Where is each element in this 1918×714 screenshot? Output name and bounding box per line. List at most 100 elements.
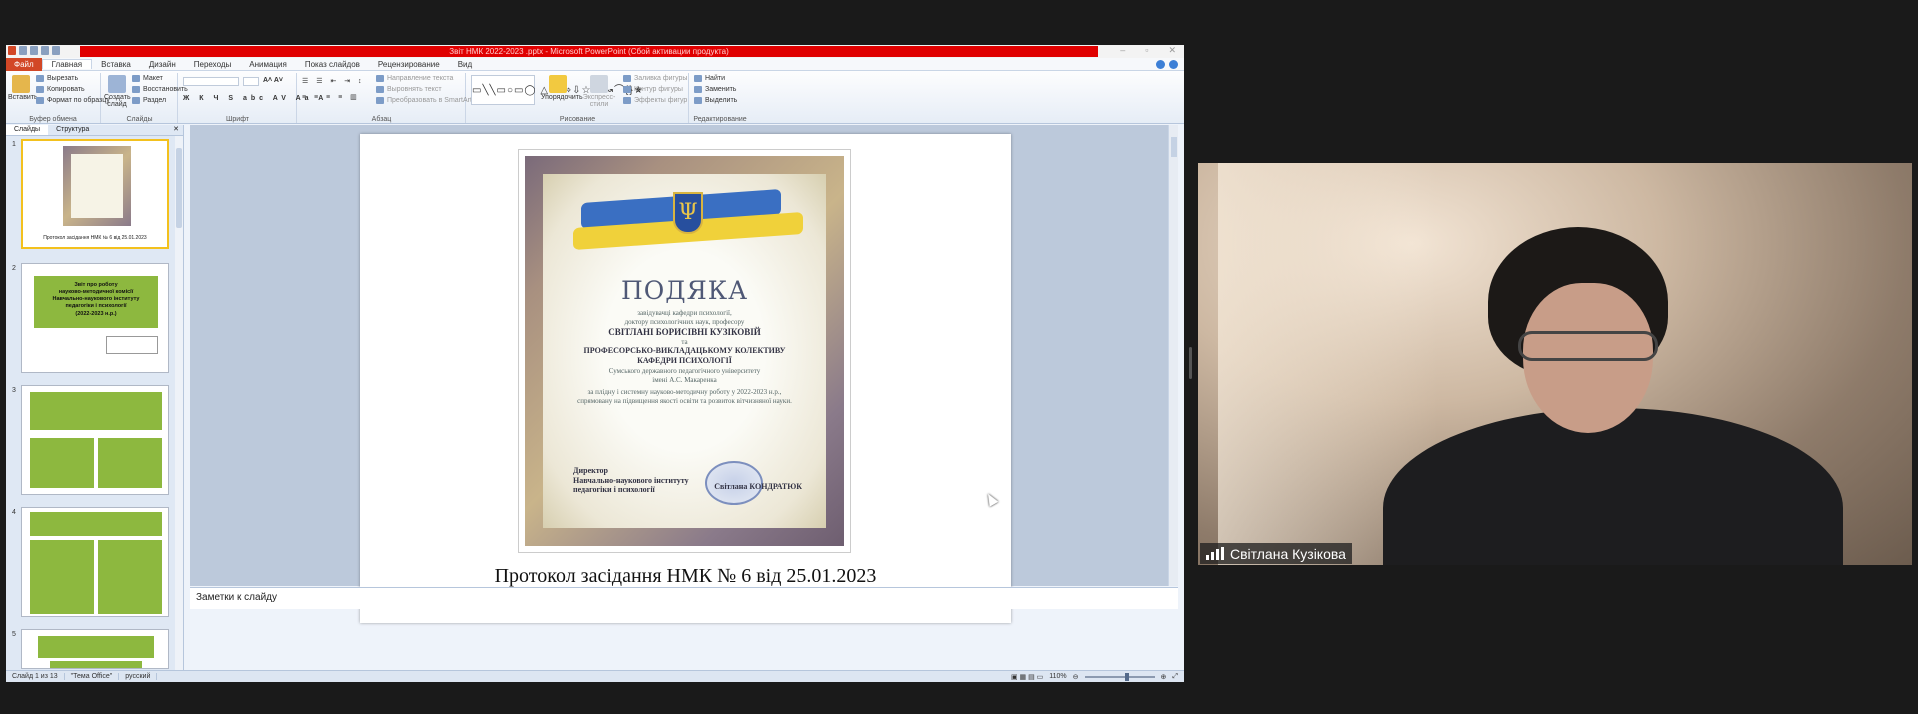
slide-scroll-thumb[interactable] [1171, 137, 1177, 157]
split-view-handle[interactable] [1189, 347, 1192, 379]
tab-animations[interactable]: Анимация [240, 60, 296, 69]
undo-icon[interactable] [30, 46, 38, 55]
font-size-box[interactable] [243, 77, 259, 86]
format-painter-button[interactable]: Формат по образцу [36, 97, 110, 104]
tab-slideshow[interactable]: Показ слайдов [296, 60, 369, 69]
paste-button[interactable]: Вставить [8, 75, 38, 105]
close-pane-icon[interactable]: ✕ [169, 125, 183, 135]
quick-styles-button[interactable]: Экспресс-стили [579, 75, 619, 108]
zoom-level[interactable]: 110% [1049, 673, 1066, 680]
find-button[interactable]: Найти [694, 75, 725, 82]
pane-tabs: Слайды Структура ✕ [6, 125, 183, 136]
help-icon[interactable] [1169, 59, 1178, 69]
slide-thumb-4[interactable] [21, 507, 169, 617]
help-area [1156, 59, 1178, 69]
arrange-icon [549, 75, 567, 93]
minimize-icon[interactable]: – [1120, 45, 1125, 56]
tab-slides-pane[interactable]: Слайды [6, 125, 49, 135]
slide-thumb-2[interactable]: Звіт про роботу науково-методичної коміс… [21, 263, 169, 373]
slide-scrollbar[interactable] [1168, 125, 1178, 586]
thumb-note-box [106, 336, 158, 354]
ribbon: Вставить Вырезать Копировать Формат по о… [6, 71, 1184, 124]
pane-scrollbar[interactable] [175, 136, 183, 670]
section-button[interactable]: Раздел [132, 97, 166, 104]
shape-fill-button[interactable]: Заливка фигуры [623, 75, 687, 82]
video-person-body [1383, 408, 1843, 565]
outline-icon [623, 86, 631, 93]
list-buttons[interactable]: ☰ ☰ ⇤ ⇥ ↕ [302, 77, 365, 85]
thumb-line: Звіт про роботу [74, 282, 118, 288]
slide-thumb-5[interactable] [21, 629, 169, 669]
smartart-icon [376, 97, 384, 104]
thumb-number: 4 [12, 509, 16, 516]
thumb-block [30, 540, 94, 614]
participant-video [1198, 163, 1912, 565]
zoom-slider[interactable] [1084, 672, 1155, 681]
smartart-button[interactable]: Преобразовать в SmartArt [376, 97, 472, 104]
group-slides: Создать слайд Макет Восстановить Раздел … [102, 73, 188, 123]
slide-caption[interactable]: Протокол засідання НМК № 6 від 25.01.202… [360, 565, 1011, 588]
thumb-block [38, 636, 154, 658]
language[interactable]: русский [119, 673, 158, 680]
cert-line: та [681, 338, 688, 346]
group-font: A˄ A˅ Ж К Ч S abc AV Aa A Шрифт [179, 73, 323, 123]
paste-icon [12, 75, 30, 93]
slide-thumb-3[interactable] [21, 385, 169, 495]
copy-button[interactable]: Копировать [36, 86, 85, 93]
notes-pane[interactable]: Заметки к слайду [190, 587, 1178, 609]
replace-button[interactable]: Заменить [694, 86, 736, 93]
view-buttons[interactable]: ▣ ▦ ▤ ▭ [1011, 673, 1043, 681]
select-button[interactable]: Выделить [694, 97, 737, 104]
cert-line: завідувачці кафедри психології, [637, 309, 732, 317]
arrange-button[interactable]: Упорядочить [541, 75, 583, 105]
current-slide[interactable]: Ψ ПОДЯКА завідувачці кафедри психології,… [360, 134, 1011, 623]
save-icon[interactable] [19, 46, 27, 55]
minimize-ribbon-icon[interactable] [1156, 59, 1165, 69]
signal-strength-icon [1206, 547, 1224, 560]
thumb-block [30, 512, 162, 536]
cert-line: ПРОФЕСОРСЬКО-ВИКЛАДАЦЬКОМУ КОЛЕКТИВУ [583, 346, 786, 355]
zoom-out-icon[interactable]: ⊖ [1073, 673, 1079, 681]
tab-home[interactable]: Главная [41, 59, 93, 69]
pane-scroll-thumb[interactable] [176, 148, 182, 228]
certificate-paper: Ψ ПОДЯКА завідувачці кафедри психології,… [543, 174, 826, 528]
zoom-in-icon[interactable]: ⊕ [1161, 673, 1167, 681]
reset-icon [132, 86, 140, 93]
brush-icon [36, 97, 44, 104]
tab-view[interactable]: Вид [449, 60, 481, 69]
zoom-slider-thumb[interactable] [1124, 672, 1129, 681]
text-direction-button[interactable]: Направление текста [376, 75, 453, 82]
tab-file[interactable]: Файл [6, 57, 42, 71]
close-icon[interactable]: ✕ [1168, 45, 1176, 56]
tab-design[interactable]: Дизайн [140, 60, 185, 69]
shapes-gallery[interactable]: ▭╲╲▭○▭◯ △⌐⌐⇨⇩☆ ↘↝⌒{}★ [471, 75, 643, 105]
tab-outline-pane[interactable]: Структура [48, 125, 97, 135]
tab-insert[interactable]: Вставка [92, 60, 140, 69]
redo-icon[interactable] [41, 46, 49, 55]
maximize-icon[interactable]: ▫ [1145, 45, 1148, 56]
slide-thumb-1[interactable]: Протокол засідання НМК № 6 від 25.01.202… [21, 139, 169, 249]
fit-slide-icon[interactable]: ⤢ [1172, 673, 1178, 681]
shape-outline-button[interactable]: Контур фигуры [623, 86, 683, 93]
thumb-block [98, 540, 162, 614]
new-slide-button[interactable]: Создать слайд [104, 75, 131, 108]
customize-qat-icon[interactable] [52, 46, 60, 55]
signal-bar [1206, 555, 1209, 560]
status-bar: Слайд 1 из 13 "Тема Office" русский ▣ ▦ … [6, 670, 1184, 682]
align-buttons[interactable]: ≡ ≡ ≡ ≡ ▥ [302, 93, 360, 101]
grow-font-icon[interactable]: A˄ A˅ [263, 77, 283, 84]
layout-button[interactable]: Макет [132, 75, 163, 82]
group-drawing: ▭╲╲▭○▭◯ △⌐⌐⇨⇩☆ ↘↝⌒{}★ Упорядочить Экспре… [467, 73, 689, 123]
font-name-box[interactable] [183, 77, 239, 86]
cert-director-line: педагогіки і психології [573, 485, 655, 495]
tab-review[interactable]: Рецензирование [369, 60, 449, 69]
shape-effects-button[interactable]: Эффекты фигур [623, 97, 687, 104]
cert-line: Сумського державного педагогічного уніве… [608, 367, 761, 375]
thumb-caption: Протокол засідання НМК № 6 від 25.01.202… [43, 235, 147, 241]
participant-name-tag: Світлана Кузікова [1200, 543, 1352, 564]
participant-name: Світлана Кузікова [1230, 545, 1346, 562]
group-editing: Найти Заменить Выделить Редактирование [690, 73, 750, 123]
tab-transitions[interactable]: Переходы [185, 60, 241, 69]
align-text-button[interactable]: Выровнять текст [376, 86, 442, 93]
cut-button[interactable]: Вырезать [36, 75, 78, 82]
